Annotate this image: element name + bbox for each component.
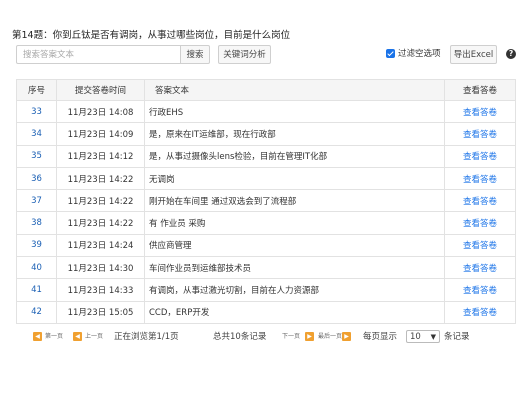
row-time: 11月23日 14:22 xyxy=(56,211,145,235)
row-answer: CCD，ERP开发 xyxy=(144,300,445,324)
first-page-link[interactable]: 第一页 xyxy=(45,330,63,344)
next-page-icon[interactable]: ▶ xyxy=(305,332,314,341)
row-answer: 刚开始在车间里 通过双选会到了流程部 xyxy=(144,189,445,213)
export-excel-button[interactable]: 导出Excel xyxy=(450,45,497,64)
last-page-icon[interactable]: ▶ xyxy=(342,332,351,341)
answers-table: 序号 提交答卷时间 答案文本 查看答卷 33 11月23日 14:08 行政EH… xyxy=(16,79,516,324)
row-answer: 供应商管理 xyxy=(144,233,445,258)
row-answer: 有 作业员 采购 xyxy=(144,211,445,235)
table-row: 35 11月23日 14:12 是，从事过摄像头lens检验，目前在管理IT化部… xyxy=(16,144,516,168)
last-page-link[interactable]: 最后一页 xyxy=(318,330,342,344)
filter-empty-toggle[interactable]: 过滤空选项 xyxy=(386,47,441,59)
view-answer-link[interactable]: 查看答卷 xyxy=(444,99,516,124)
view-answer-link[interactable]: 查看答卷 xyxy=(444,300,516,324)
first-page-icon[interactable]: ◀ xyxy=(33,332,42,341)
per-page-suffix: 条记录 xyxy=(444,332,470,342)
table-header-row: 序号 提交答卷时间 答案文本 查看答卷 xyxy=(16,79,516,101)
view-answer-link[interactable]: 查看答卷 xyxy=(444,122,516,146)
search-input[interactable] xyxy=(16,45,182,64)
row-time: 11月23日 14:08 xyxy=(56,99,145,124)
help-icon[interactable]: ? xyxy=(506,49,516,59)
col-header-answer: 答案文本 xyxy=(144,79,445,101)
row-no: 40 xyxy=(16,256,57,280)
pagination-bar: ◀ 第一页 ◀ 上一页 正在浏览第1/1页 总共10条记录 下一页 ▶ 最后一页… xyxy=(33,330,503,344)
row-time: 11月23日 14:09 xyxy=(56,122,145,146)
table-row: 41 11月23日 14:33 有调岗，从事过激光切割，目前在人力资源部 查看答… xyxy=(16,278,516,302)
row-time: 11月23日 14:33 xyxy=(56,278,145,302)
table-row: 39 11月23日 14:24 供应商管理 查看答卷 xyxy=(16,233,516,258)
row-no: 38 xyxy=(16,211,57,235)
row-no: 33 xyxy=(16,99,57,124)
row-answer: 无调岗 xyxy=(144,166,445,191)
row-no: 36 xyxy=(16,166,57,191)
row-no: 35 xyxy=(16,144,57,168)
total-records: 总共10条记录 xyxy=(213,332,267,342)
col-header-time: 提交答卷时间 xyxy=(56,79,145,101)
row-time: 11月23日 14:24 xyxy=(56,233,145,258)
row-answer: 是，原来在IT运维部，现在行政部 xyxy=(144,122,445,146)
prev-page-link[interactable]: 上一页 xyxy=(85,330,103,344)
next-page-link[interactable]: 下一页 xyxy=(282,330,300,344)
page-size-select[interactable]: 10 ▼ xyxy=(406,330,440,343)
per-page-prefix: 每页显示 xyxy=(363,332,398,342)
table-row: 40 11月23日 14:30 车间作业员到运维部技术员 查看答卷 xyxy=(16,256,516,280)
table-row: 42 11月23日 15:05 CCD，ERP开发 查看答卷 xyxy=(16,300,516,324)
table-row: 37 11月23日 14:22 刚开始在车间里 通过双选会到了流程部 查看答卷 xyxy=(16,189,516,213)
view-answer-link[interactable]: 查看答卷 xyxy=(444,211,516,235)
filter-checkbox[interactable] xyxy=(386,48,395,58)
view-answer-link[interactable]: 查看答卷 xyxy=(444,189,516,213)
keyword-analysis-button[interactable]: 关键词分析 xyxy=(218,45,271,64)
search-button[interactable]: 搜索 xyxy=(180,45,210,64)
row-time: 11月23日 14:12 xyxy=(56,144,145,168)
page-status: 正在浏览第1/1页 xyxy=(114,332,179,342)
table-row: 33 11月23日 14:08 行政EHS 查看答卷 xyxy=(16,99,516,124)
row-answer: 行政EHS xyxy=(144,99,445,124)
page-size-value: 10 xyxy=(410,332,421,342)
row-answer: 是，从事过摄像头lens检验，目前在管理IT化部 xyxy=(144,144,445,168)
table-row: 38 11月23日 14:22 有 作业员 采购 查看答卷 xyxy=(16,211,516,235)
row-time: 11月23日 14:22 xyxy=(56,166,145,191)
view-answer-link[interactable]: 查看答卷 xyxy=(444,256,516,280)
row-time: 11月23日 14:22 xyxy=(56,189,145,213)
filter-label: 过滤空选项 xyxy=(398,49,441,59)
row-no: 34 xyxy=(16,122,57,146)
chevron-down-icon: ▼ xyxy=(430,333,436,341)
table-row: 34 11月23日 14:09 是，原来在IT运维部，现在行政部 查看答卷 xyxy=(16,122,516,146)
row-no: 42 xyxy=(16,300,57,324)
col-header-view: 查看答卷 xyxy=(444,79,516,101)
prev-page-icon[interactable]: ◀ xyxy=(73,332,82,341)
question-title: 第14题：你到丘钛是否有调岗，从事过哪些岗位，目前是什么岗位 xyxy=(12,30,291,41)
row-no: 37 xyxy=(16,189,57,213)
col-header-no: 序号 xyxy=(16,79,57,101)
row-no: 41 xyxy=(16,278,57,302)
table-row: 36 11月23日 14:22 无调岗 查看答卷 xyxy=(16,166,516,191)
view-answer-link[interactable]: 查看答卷 xyxy=(444,166,516,191)
view-answer-link[interactable]: 查看答卷 xyxy=(444,233,516,258)
row-answer: 车间作业员到运维部技术员 xyxy=(144,256,445,280)
row-answer: 有调岗，从事过激光切割，目前在人力资源部 xyxy=(144,278,445,302)
view-answer-link[interactable]: 查看答卷 xyxy=(444,278,516,302)
row-time: 11月23日 14:30 xyxy=(56,256,145,280)
row-no: 39 xyxy=(16,233,57,258)
row-time: 11月23日 15:05 xyxy=(56,300,145,324)
view-answer-link[interactable]: 查看答卷 xyxy=(444,144,516,168)
